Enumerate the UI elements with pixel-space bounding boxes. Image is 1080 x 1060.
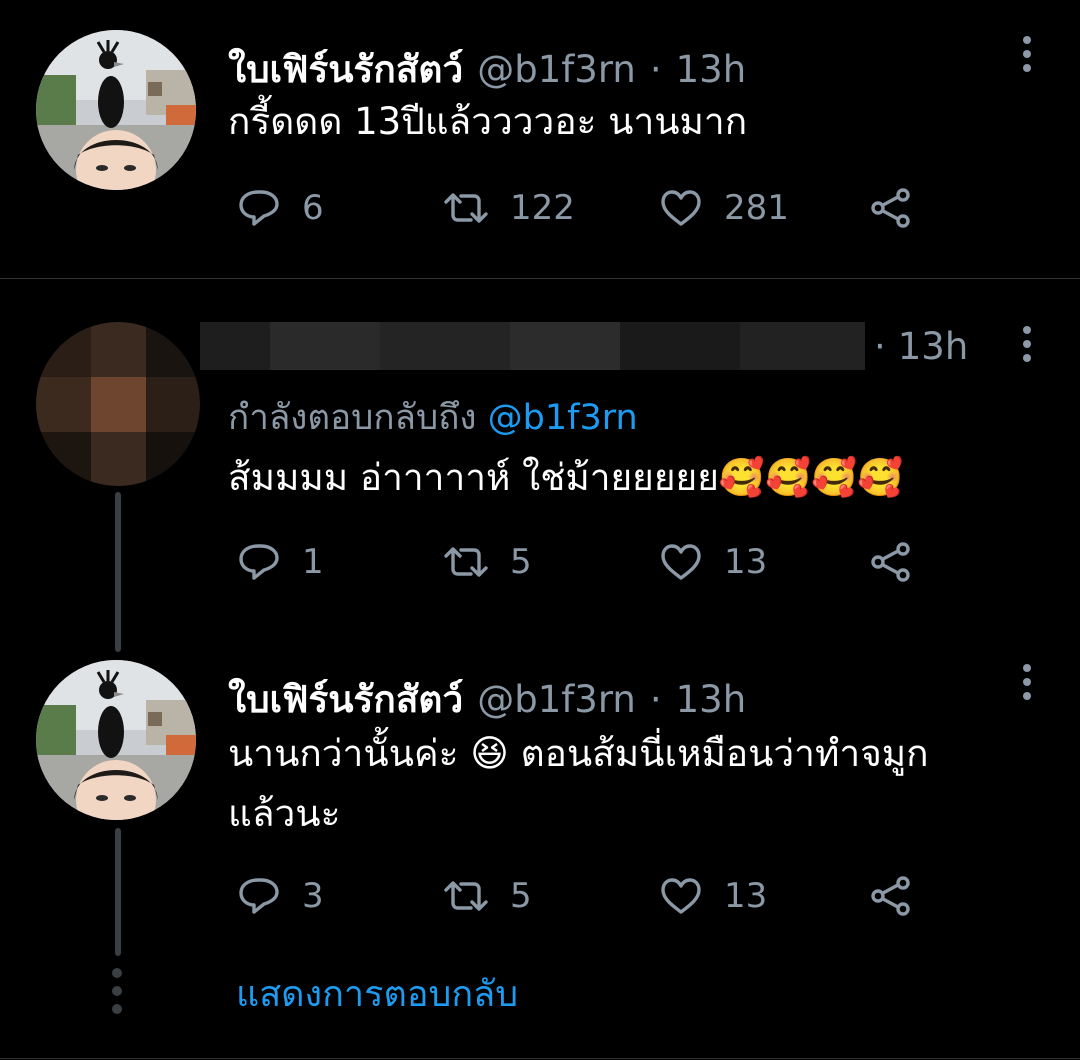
tweet-text-content: ส้มมมม อ่าาาาาห์ ใช่ม้ายยยยย [228,456,719,499]
like-button[interactable]: 281 [658,178,789,238]
user-handle[interactable]: @b1f3rn [477,678,636,721]
reply-icon [239,878,279,914]
more-icon[interactable] [1022,326,1032,362]
like-count: 13 [724,876,768,916]
display-name[interactable]: ใบเฟิร์นรักสัตว์ [228,670,463,729]
reply-count: 1 [302,542,324,582]
avatar[interactable] [36,30,196,190]
separator-dot: · [874,325,886,368]
reply-count: 6 [302,188,324,228]
display-name-blurred[interactable] [200,322,865,370]
tweet-header: ใบเฟิร์นรักสัตว์ @b1f3rn · 13h [228,40,746,99]
reply-button[interactable]: 3 [236,866,324,926]
like-button[interactable]: 13 [658,866,767,926]
replying-to: กำลังตอบกลับถึง @b1f3rn [228,390,638,445]
separator-dot: · [649,48,662,91]
retweet-button[interactable]: 5 [442,866,532,926]
reply-button[interactable]: 1 [236,532,324,592]
share-icon [871,188,910,228]
tweet-actions: 6 122 281 [228,178,928,238]
tweet-actions: 1 5 13 [228,532,928,592]
tweet-text: กรี้ดดด 13ปีแล้ววววอะ นานมาก [228,100,748,143]
tweet-header: ใบเฟิร์นรักสัตว์ @b1f3rn · 13h [228,670,746,729]
replying-to-label: กำลังตอบกลับถึง [228,398,477,438]
tweet-original[interactable]: ใบเฟิร์นรักสัตว์ @b1f3rn · 13h กรี้ดดด 1… [0,0,1080,278]
mention-link[interactable]: @b1f3rn [488,398,638,438]
retweet-count: 122 [510,188,575,228]
show-replies-link[interactable]: แสดงการตอบกลับ [236,965,518,1022]
retweet-icon [444,881,488,911]
share-button[interactable] [868,532,914,592]
more-icon[interactable] [1022,36,1032,72]
retweet-count: 5 [510,542,532,582]
tweet-text-part: นานกว่านั้นค่ะ [228,732,459,775]
thread-line [115,492,121,652]
avatar[interactable] [36,660,196,820]
avatar-blurred[interactable] [36,322,200,486]
timestamp[interactable]: 13h [676,48,747,91]
display-name[interactable]: ใบเฟิร์นรักสัตว์ [228,40,463,99]
emoji: 😆 [470,732,509,775]
thread-dots [112,968,122,1014]
like-count: 281 [724,188,789,228]
tweet-text: นานกว่านั้นค่ะ 😆 ตอนส้มนี่เหมือนว่าทำจมู… [228,724,929,844]
timestamp[interactable]: 13h [676,678,747,721]
tweet-text-line-1: นานกว่านั้นค่ะ 😆 ตอนส้มนี่เหมือนว่าทำจมู… [228,724,929,784]
retweet-icon [444,547,488,577]
retweet-button[interactable]: 122 [442,178,575,238]
like-count: 13 [724,542,768,582]
user-handle[interactable]: @b1f3rn [477,48,636,91]
retweet-icon [444,193,488,223]
share-icon [871,876,910,916]
share-icon [871,542,910,582]
reply-icon [239,190,279,226]
share-button[interactable] [868,866,914,926]
thread-line [115,828,121,956]
like-button[interactable]: 13 [658,532,767,592]
reply-count: 3 [302,876,324,916]
emoji: 🥰🥰🥰🥰 [718,456,904,499]
tweet-meta: · 13h [874,325,968,368]
retweet-count: 5 [510,876,532,916]
like-icon [661,878,701,914]
retweet-button[interactable]: 5 [442,532,532,592]
share-button[interactable] [868,178,914,238]
tweet-text-line-2: แล้วนะ [228,792,341,835]
separator-dot: · [649,678,662,721]
reply-icon [239,544,279,580]
like-icon [661,190,701,226]
more-icon[interactable] [1022,664,1032,700]
like-icon [661,544,701,580]
tweet-text: ส้มมมม อ่าาาาาห์ ใช่ม้ายยยยย🥰🥰🥰🥰 [228,448,903,508]
reply-button[interactable]: 6 [236,178,324,238]
tweet-actions: 3 5 13 [228,866,928,926]
tweet-text-part: ตอนส้มนี่เหมือนว่าทำจมูก [520,732,929,775]
divider [0,1058,1080,1059]
timestamp[interactable]: 13h [898,325,969,368]
